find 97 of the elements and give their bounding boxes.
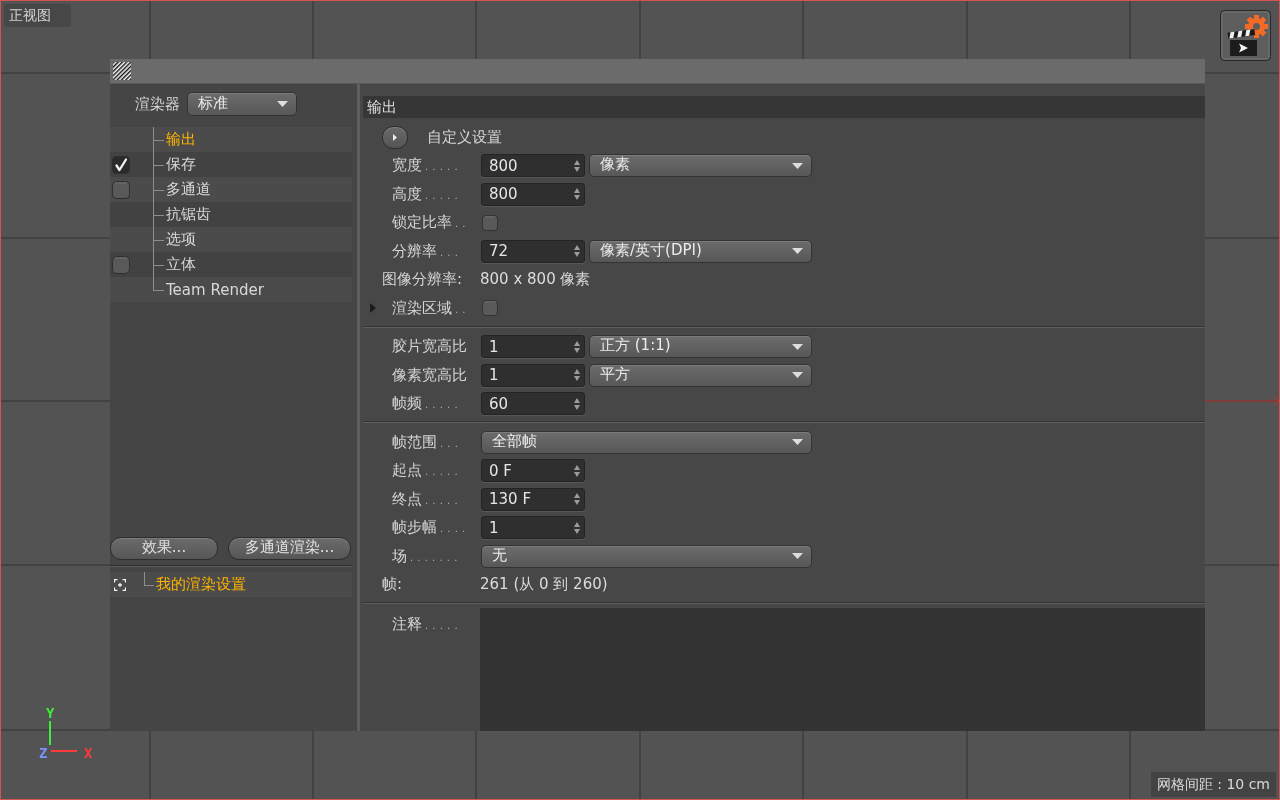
clapperboard-gear-icon[interactable]: [1220, 10, 1271, 61]
caret-icon: [792, 439, 803, 446]
number-field[interactable]: 130 F: [481, 487, 585, 511]
tree-item[interactable]: 输出: [166, 130, 196, 149]
leader-dots: . . .: [440, 437, 459, 449]
number-field[interactable]: 72: [481, 239, 585, 263]
field-value: 800 x 800 像素: [480, 270, 591, 290]
dropdown[interactable]: 平方: [589, 363, 812, 387]
leader-dots: . .: [455, 218, 467, 230]
tree-branch-line: [153, 127, 164, 152]
number-field[interactable]: 0 F: [481, 459, 585, 483]
field-label: 锁定比率: [392, 213, 452, 233]
axis-label: Z: [39, 745, 48, 761]
field-label: 分辨率: [392, 241, 437, 261]
renderer-dropdown[interactable]: 标准: [187, 92, 297, 116]
spinner-arrows-icon[interactable]: [574, 245, 580, 258]
number-field[interactable]: 1: [481, 516, 585, 540]
caret-icon: [792, 372, 803, 379]
spinner-arrows-icon[interactable]: [574, 159, 580, 172]
section-title: 输出: [367, 97, 397, 117]
number-field[interactable]: 1: [481, 363, 585, 387]
field-label: 高度: [392, 184, 422, 204]
field-label: 图像分辨率:: [382, 270, 464, 290]
checkbox[interactable]: [482, 214, 498, 231]
number-field[interactable]: 60: [481, 392, 585, 416]
caret-icon: [277, 101, 288, 107]
spinner-arrows-icon[interactable]: [574, 493, 580, 506]
tree-item[interactable]: Team Render: [166, 280, 264, 299]
spinner-arrows-icon[interactable]: [574, 340, 580, 353]
caret-icon: [393, 133, 397, 141]
tree-item[interactable]: 立体: [166, 255, 196, 274]
checkbox[interactable]: [112, 255, 130, 274]
caret-icon: [792, 553, 803, 560]
dropdown[interactable]: 像素: [589, 154, 812, 178]
preset-button[interactable]: [382, 125, 408, 149]
field-label: 渲染区域: [392, 298, 452, 318]
leader-dots: . . .: [440, 246, 459, 258]
comment-field[interactable]: [480, 608, 1205, 731]
number-field[interactable]: 800: [481, 154, 585, 178]
dropdown[interactable]: 无: [481, 544, 812, 568]
number-field[interactable]: 1: [481, 335, 585, 359]
caret-icon: [792, 162, 803, 169]
spinner-arrows-icon[interactable]: [574, 397, 580, 410]
spinner-arrows-icon[interactable]: [574, 464, 580, 477]
field-label: 帧:: [382, 575, 404, 595]
tree-branch-line: [153, 227, 164, 252]
tree-branch-line: [153, 152, 164, 177]
spinner-arrows-icon[interactable]: [574, 521, 580, 534]
dropdown[interactable]: 全部帧: [481, 430, 812, 454]
leader-dots: . . . .: [440, 523, 466, 535]
field-label: 帧步幅: [392, 518, 437, 538]
leader-dots: . . . . .: [425, 161, 459, 173]
spinner-arrows-icon[interactable]: [574, 188, 580, 201]
field-label: 帧频: [392, 394, 422, 414]
checkbox[interactable]: [482, 300, 498, 317]
tree-branch-line: [153, 252, 164, 277]
tree-item[interactable]: 抗锯齿: [166, 205, 211, 224]
tree-item[interactable]: 选项: [166, 230, 196, 249]
field-label: 注释: [392, 615, 422, 634]
panel-button[interactable]: 多通道渲染...: [228, 537, 351, 560]
field-label: 起点: [392, 461, 422, 481]
dropdown[interactable]: 像素/英寸(DPI): [589, 239, 812, 263]
preset-item[interactable]: 我的渲染设置: [156, 575, 246, 594]
caret-icon: [792, 343, 803, 350]
grip-icon[interactable]: [113, 62, 131, 80]
axis-label: X: [84, 745, 93, 761]
tree-branch-line: [153, 177, 164, 202]
field-value: 261 (从 0 到 260): [480, 575, 608, 595]
tree-item[interactable]: 保存: [166, 155, 196, 174]
field-label: 帧范围: [392, 432, 437, 452]
grid-spacing-label: 网格间距 : 10 cm: [1150, 772, 1276, 797]
checkbox[interactable]: [112, 180, 130, 199]
number-field[interactable]: 800: [481, 182, 585, 206]
renderer-label: 渲染器: [135, 94, 180, 114]
field-label: 宽度: [392, 156, 422, 176]
axis-label: Y: [46, 705, 55, 721]
frame-icon: [114, 578, 126, 591]
field-label: 胶片宽高比: [392, 337, 467, 357]
field-label: 场: [392, 546, 407, 566]
field-label: 像素宽高比: [392, 365, 467, 385]
checkbox[interactable]: [112, 155, 130, 174]
leader-dots: . . . . . . .: [410, 551, 458, 563]
panel-button[interactable]: 效果...: [110, 537, 218, 560]
spinner-arrows-icon[interactable]: [574, 369, 580, 382]
caret-icon: [792, 248, 803, 255]
leader-dots: . . . . .: [425, 494, 459, 506]
leader-dots: . .: [455, 303, 467, 315]
leader-dots: . . . . .: [425, 399, 459, 411]
leader-dots: . . . . .: [425, 189, 459, 201]
tree-branch-line: [153, 202, 164, 227]
leader-dots: . . . . .: [425, 466, 459, 478]
view-name-label[interactable]: 正视图: [4, 4, 71, 27]
field-label: 自定义设置: [427, 127, 502, 147]
leader-dots: . . . . .: [425, 620, 459, 631]
tree-item[interactable]: 多通道: [166, 180, 211, 199]
field-label: 终点: [392, 489, 422, 509]
dropdown[interactable]: 正方 (1:1): [589, 335, 812, 359]
